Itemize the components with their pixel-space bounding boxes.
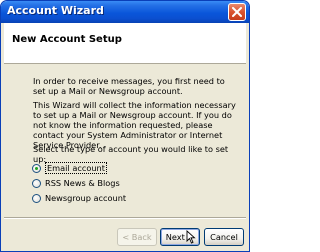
close-button[interactable]: [228, 3, 246, 21]
radio-rss-news-blogs[interactable]: RSS News & Blogs: [32, 177, 120, 189]
cancel-button[interactable]: Cancel: [204, 228, 244, 246]
radio-button[interactable]: [32, 178, 41, 188]
info-text: This Wizard will collect the information…: [33, 100, 236, 150]
radio-email-account[interactable]: Email account: [32, 162, 107, 174]
prompt-text: Select the type of account you would lik…: [33, 144, 229, 164]
radio-button-checked[interactable]: [32, 163, 41, 173]
back-button[interactable]: < Back: [117, 228, 157, 246]
wizard-content: In order to receive messages, you first …: [4, 64, 246, 249]
close-icon: [232, 7, 242, 17]
wizard-header: New Account Setup: [4, 23, 246, 64]
title-bar[interactable]: Account Wizard: [1, 1, 249, 23]
radio-label: Email account: [45, 162, 107, 174]
account-wizard-window: Account Wizard New Account Setup In orde…: [0, 0, 250, 252]
window-title: Account Wizard: [7, 4, 104, 17]
radio-button[interactable]: [32, 193, 41, 203]
radio-newsgroup-account[interactable]: Newsgroup account: [32, 192, 126, 204]
intro-text: In order to receive messages, you first …: [33, 76, 225, 96]
button-separator: [4, 217, 246, 219]
radio-label: Newsgroup account: [45, 193, 127, 203]
radio-label: RSS News & Blogs: [45, 178, 120, 188]
mouse-cursor-icon: [186, 230, 196, 244]
page-title: New Account Setup: [12, 34, 122, 45]
